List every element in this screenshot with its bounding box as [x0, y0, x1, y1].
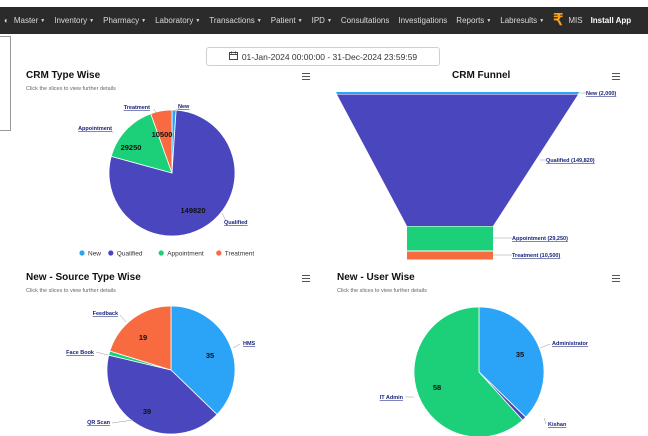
- funnel-stage-appointment[interactable]: [407, 226, 493, 251]
- user-wise-callout-kishan[interactable]: Kishan: [548, 422, 567, 428]
- source-type-data-label: 19: [139, 333, 147, 342]
- crm-type-data-label: 10500: [152, 130, 173, 139]
- crm-type-callout-new[interactable]: New: [178, 104, 190, 110]
- user-wise-data-label: 35: [516, 350, 524, 359]
- funnel-label-appointment[interactable]: Appointment (29,250): [512, 236, 568, 242]
- source-type-callout-line: [111, 419, 134, 424]
- charts-layer: 149820 29250 10500 New Qualified Appointment T…: [66, 91, 616, 436]
- crm-type-callout-appointment[interactable]: Appointment: [78, 126, 112, 132]
- source-type-callout-line: [119, 314, 127, 323]
- source-type-callout-line: [232, 343, 241, 349]
- funnel-stage-treatment[interactable]: [407, 251, 493, 260]
- source-type-data-label: 39: [143, 407, 151, 416]
- funnel-label-new[interactable]: New (2,000): [586, 91, 616, 97]
- dashboard-root: ◐ Master ▼ Inventory ▼ Pharmacy ▼ Laboratory ▼ T…: [0, 0, 648, 436]
- crm-type-callout-qualified[interactable]: Qualified: [224, 220, 248, 226]
- crm-type-callout-treatment[interactable]: Treatment: [124, 105, 150, 111]
- source-type-callout-face-book[interactable]: Face Book: [66, 350, 95, 356]
- source-type-callout-line: [95, 351, 109, 356]
- funnel-stage-new[interactable]: [336, 92, 579, 94]
- source-type-data-label: 35: [206, 351, 214, 360]
- funnel-label-treatment[interactable]: Treatment (10,500): [512, 253, 560, 259]
- legend-marker-appointment[interactable]: [158, 250, 164, 256]
- legend-item-qualified[interactable]: Qualified: [117, 251, 143, 258]
- source-type-callout-feedback[interactable]: Feedback: [93, 311, 119, 317]
- legend-item-treatment[interactable]: Treatment: [225, 251, 255, 258]
- user-wise-callout-it-admin[interactable]: IT Admin: [380, 395, 404, 401]
- legend-marker-new[interactable]: [79, 250, 85, 256]
- crm-type-data-label: 29250: [121, 143, 142, 152]
- legend-marker-treatment[interactable]: [216, 250, 222, 256]
- source-type-callout-hms[interactable]: HMS: [243, 341, 256, 347]
- legend-marker-qualified[interactable]: [108, 250, 114, 256]
- legend-item-appointment[interactable]: Appointment: [167, 251, 204, 258]
- legend-item-new[interactable]: New: [88, 251, 101, 258]
- source-type-callout-qr-scan[interactable]: QR Scan: [87, 420, 111, 426]
- funnel-label-qualified[interactable]: Qualified (149,820): [546, 158, 595, 164]
- crm-type-data-label: 149820: [180, 206, 205, 215]
- user-wise-callout-line: [543, 417, 547, 425]
- user-wise-callout-line: [539, 343, 551, 349]
- user-wise-callout-administrator[interactable]: Administrator: [552, 341, 589, 347]
- user-wise-data-label: 58: [433, 383, 441, 392]
